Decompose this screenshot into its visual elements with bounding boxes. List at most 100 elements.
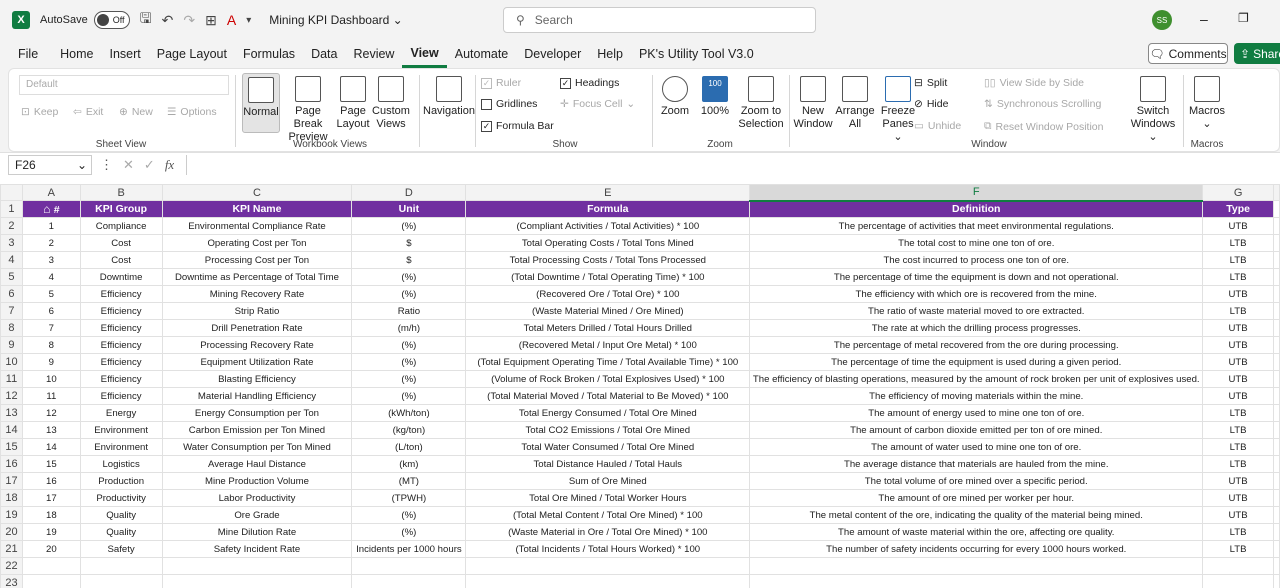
cell[interactable] <box>1272 251 1280 269</box>
cell[interactable]: 3 <box>21 251 81 269</box>
cell[interactable]: Processing Recovery Rate <box>161 336 353 354</box>
tab-view[interactable]: View <box>402 40 447 68</box>
cell[interactable]: 13 <box>21 421 81 439</box>
cell[interactable] <box>1272 438 1280 456</box>
cell[interactable]: (Waste Material Mined / Ore Mined) <box>465 302 751 320</box>
cell[interactable]: Compliance <box>79 217 163 235</box>
row-header[interactable]: 1 <box>0 200 23 218</box>
formula-input[interactable] <box>186 155 1280 175</box>
row-header[interactable]: 8 <box>0 319 23 337</box>
cell[interactable]: LTB <box>1202 251 1274 269</box>
cell[interactable] <box>1272 557 1280 575</box>
cell[interactable]: 9 <box>21 353 81 371</box>
ruler-checkbox[interactable]: ✓ Ruler <box>481 77 521 89</box>
cell[interactable] <box>1272 574 1280 588</box>
cell[interactable]: (m/h) <box>351 319 467 337</box>
cell[interactable] <box>21 574 81 588</box>
cell[interactable]: (Waste Material in Ore / Total Ore Mined… <box>465 523 751 541</box>
cell[interactable]: 19 <box>21 523 81 541</box>
cell[interactable]: The percentage of metal recovered from t… <box>749 336 1204 354</box>
cell[interactable]: UTB <box>1202 506 1274 524</box>
row-header[interactable]: 6 <box>0 285 23 303</box>
cell[interactable]: Cost <box>79 251 163 269</box>
cell[interactable]: Mine Production Volume <box>161 472 353 490</box>
cell[interactable]: (Volume of Rock Broken / Total Explosive… <box>465 370 751 388</box>
formula-bar-checkbox[interactable]: ✓ Formula Bar <box>481 120 554 132</box>
cell[interactable]: (%) <box>351 523 467 541</box>
cell[interactable]: LTB <box>1202 523 1274 541</box>
cell[interactable]: Efficiency <box>79 370 163 388</box>
cell[interactable]: Mine Dilution Rate <box>161 523 353 541</box>
cell[interactable]: Total Meters Drilled / Total Hours Drill… <box>465 319 751 337</box>
header-cell[interactable]: Unit <box>351 200 467 218</box>
cell[interactable] <box>1272 472 1280 490</box>
undo-icon[interactable]: ↶ <box>162 12 174 29</box>
restore-icon[interactable]: ❐ <box>1238 11 1249 25</box>
custom-views-button[interactable]: Custom Views <box>371 76 411 131</box>
cell[interactable] <box>351 557 467 575</box>
new-window-button[interactable]: New Window <box>793 76 833 131</box>
cell[interactable]: The amount of waste material within the … <box>749 523 1204 541</box>
header-cell[interactable]: Definition <box>749 200 1204 218</box>
cell[interactable] <box>1272 336 1280 354</box>
cell[interactable]: Downtime as Percentage of Total Time <box>161 268 353 286</box>
hide-button[interactable]: ⊘ Hide <box>914 98 948 110</box>
insert-function-icon[interactable]: fx <box>165 157 174 173</box>
cell[interactable]: Quality <box>79 523 163 541</box>
cell[interactable]: (%) <box>351 217 467 235</box>
cell[interactable]: Safety <box>79 540 163 558</box>
row-header[interactable]: 15 <box>0 438 23 456</box>
more-icon[interactable]: ⋮ <box>100 157 113 173</box>
cell[interactable]: Strip Ratio <box>161 302 353 320</box>
cell[interactable]: Quality <box>79 506 163 524</box>
cell[interactable]: Average Haul Distance <box>161 455 353 473</box>
cell[interactable]: Efficiency <box>79 336 163 354</box>
row-header[interactable]: 3 <box>0 234 23 252</box>
cell[interactable] <box>1272 268 1280 286</box>
zoom-100-button[interactable]: 100 100% <box>697 76 733 118</box>
cell[interactable] <box>1272 523 1280 541</box>
normal-view-button[interactable]: Normal <box>242 73 280 133</box>
cell[interactable]: (%) <box>351 506 467 524</box>
macros-button[interactable]: Macros ⌄ <box>1187 76 1227 131</box>
cell[interactable]: Environment <box>79 421 163 439</box>
cell[interactable]: The amount of energy used to mine one to… <box>749 404 1204 422</box>
cell[interactable] <box>1272 404 1280 422</box>
sheet-view-dropdown[interactable]: Default <box>19 75 229 95</box>
unhide-button[interactable]: ▭ Unhide <box>914 120 961 132</box>
cell[interactable]: 12 <box>21 404 81 422</box>
cell[interactable] <box>1202 574 1274 588</box>
cell[interactable] <box>1272 302 1280 320</box>
view-side-by-side-button[interactable]: ▯▯ View Side by Side <box>984 77 1084 89</box>
cell[interactable]: (Recovered Ore / Total Ore) * 100 <box>465 285 751 303</box>
column-header-f[interactable]: F <box>749 184 1204 202</box>
switch-windows-button[interactable]: Switch Windows ⌄ <box>1127 76 1179 144</box>
row-header[interactable]: 18 <box>0 489 23 507</box>
cell[interactable]: 10 <box>21 370 81 388</box>
cell[interactable] <box>1272 421 1280 439</box>
avatar[interactable]: SS <box>1152 10 1172 30</box>
cell[interactable]: (%) <box>351 268 467 286</box>
tab-page-layout[interactable]: Page Layout <box>149 40 235 68</box>
cell[interactable] <box>1272 506 1280 524</box>
row-header[interactable]: 14 <box>0 421 23 439</box>
cell[interactable]: (Compliant Activities / Total Activities… <box>465 217 751 235</box>
row-header[interactable]: 22 <box>0 557 23 575</box>
cell[interactable] <box>1272 540 1280 558</box>
cell[interactable] <box>21 557 81 575</box>
cell[interactable]: Logistics <box>79 455 163 473</box>
cell[interactable]: (%) <box>351 353 467 371</box>
cell[interactable]: (Total Metal Content / Total Ore Mined) … <box>465 506 751 524</box>
cell[interactable] <box>161 557 353 575</box>
cell[interactable]: The amount of water used to mine one ton… <box>749 438 1204 456</box>
cell[interactable]: Energy <box>79 404 163 422</box>
header-cell[interactable]: Type <box>1202 200 1274 218</box>
cell[interactable]: 18 <box>21 506 81 524</box>
select-all-corner[interactable] <box>0 184 23 201</box>
header-cell-number[interactable]: ⌂ # <box>21 200 81 218</box>
cell[interactable]: The ratio of waste material moved to ore… <box>749 302 1204 320</box>
cell[interactable]: UTB <box>1202 387 1274 405</box>
cell[interactable]: Material Handling Efficiency <box>161 387 353 405</box>
header-cell[interactable]: KPI Name <box>161 200 353 218</box>
column-header-d[interactable]: D <box>351 184 467 201</box>
